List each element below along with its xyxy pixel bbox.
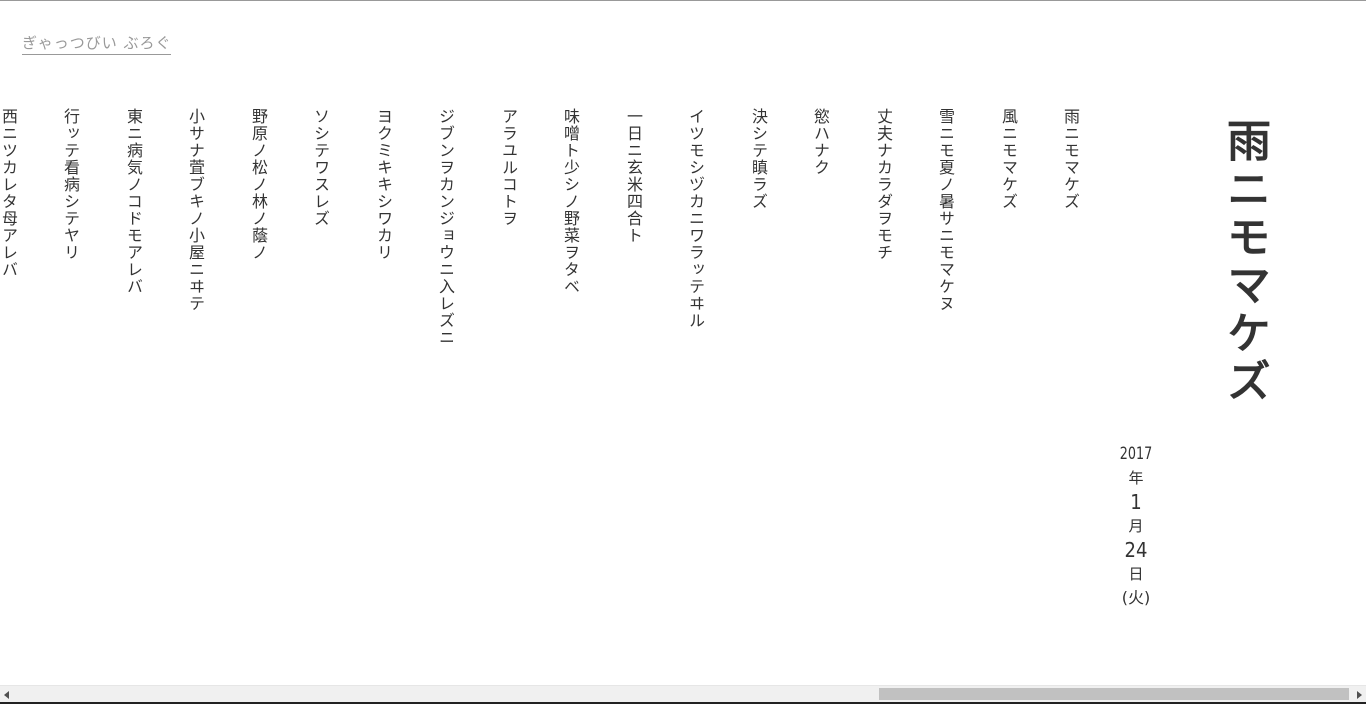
poem-line: 味噌ト少シノ野菜ヲタベ <box>561 108 580 295</box>
poem-line: イツモシヅカニワラッテヰル <box>686 108 705 329</box>
scrollbar-thumb[interactable] <box>879 688 1349 700</box>
date-day-kanji: 日 <box>1128 565 1144 583</box>
poem-line: 雨ニモマケズ <box>1061 108 1080 210</box>
poem-line: 慾ハナク <box>811 108 830 176</box>
poem-line: 決シテ瞋ラズ <box>749 108 768 210</box>
poem-line: 西ニツカレタ母アレバ <box>0 108 18 278</box>
post-date: 2017 年 1 月 24 日 (火) <box>1110 442 1162 610</box>
poem-line: ヨクミキキシワカリ <box>374 108 393 261</box>
scroll-left-arrow-icon[interactable] <box>4 691 9 699</box>
date-year: 2017 <box>1119 444 1153 464</box>
poem-line: 風ニモマケズ <box>999 108 1018 210</box>
date-month-kanji: 月 <box>1128 517 1144 535</box>
poem-line: 雪ニモ夏ノ暑サニモマケヌ <box>936 108 955 312</box>
site-title-link[interactable]: ぎゃっつびい ぶろぐ <box>22 32 172 55</box>
poem-line: 小サナ萓ブキノ小屋ニヰテ <box>186 108 205 312</box>
poem-line: アラユルコトヲ <box>499 108 518 227</box>
poem-line: 丈夫ナカラダヲモチ <box>874 108 893 261</box>
poem-line: 行ッテ看病シテヤリ <box>61 108 80 261</box>
poem-line: ジブンヲカンジョウニ入レズニ <box>436 108 455 346</box>
horizontal-scrollbar[interactable] <box>0 685 1366 703</box>
top-border <box>0 0 1366 1</box>
poem-line: 一日ニ玄米四合ト <box>624 108 643 244</box>
date-year-kanji: 年 <box>1128 469 1144 487</box>
scroll-right-arrow-icon[interactable] <box>1357 691 1362 699</box>
poem-line: 東ニ病気ノコドモアレバ <box>124 108 143 295</box>
date-month: 1 <box>1130 490 1142 514</box>
poem-line: ソシテワスレズ <box>311 108 330 227</box>
post-title: 雨ニモマケズ <box>1219 118 1270 406</box>
poem-line: 野原ノ松ノ林ノ蔭ノ <box>249 108 268 261</box>
date-weekday: (火) <box>1121 588 1151 607</box>
date-day: 24 <box>1124 538 1148 562</box>
